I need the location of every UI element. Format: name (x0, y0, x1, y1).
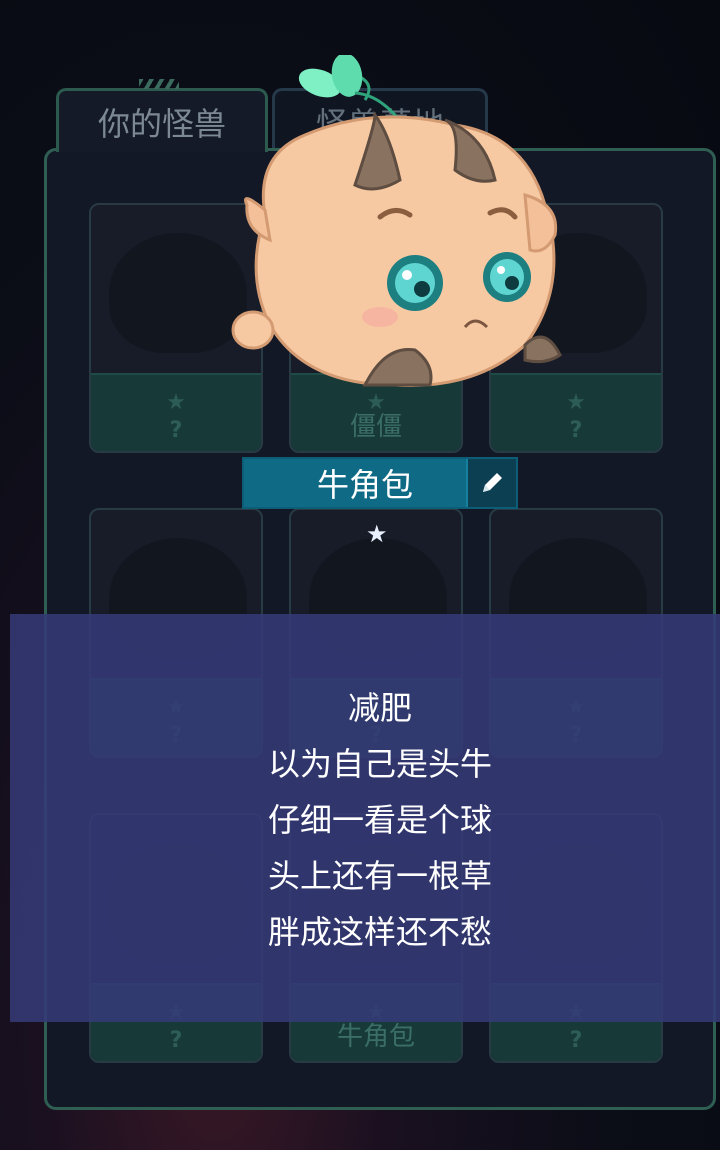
tab-your-monsters[interactable]: 你的怪兽 (56, 79, 268, 152)
description-line: 以为自己是头牛 (267, 745, 492, 783)
rarity-star-icon: ★ (366, 520, 388, 548)
monster-name-bar: 牛角包 (242, 457, 518, 509)
monster-name: 僵僵 (349, 412, 402, 442)
pencil-icon[interactable] (466, 459, 516, 507)
description-line: 胖成这样还不愁 (267, 913, 492, 951)
monster-name: ? (569, 1028, 583, 1053)
selected-monster-name: 牛角包 (316, 466, 413, 504)
description-line: 减肥 (347, 689, 412, 727)
description-line: 头上还有一根草 (267, 857, 492, 895)
monster-portrait[interactable] (225, 55, 580, 400)
tab-your-monsters-label: 你的怪兽 (97, 104, 226, 143)
monster-name: ? (169, 1028, 183, 1053)
monster-name: ? (169, 418, 183, 443)
description-line: 仔细一看是个球 (267, 801, 492, 839)
monster-name: ? (569, 418, 583, 443)
tab-decoration (139, 79, 179, 89)
monster-description: 减肥 以为自己是头牛 仔细一看是个球 头上还有一根草 胖成这样还不愁 (10, 680, 720, 960)
